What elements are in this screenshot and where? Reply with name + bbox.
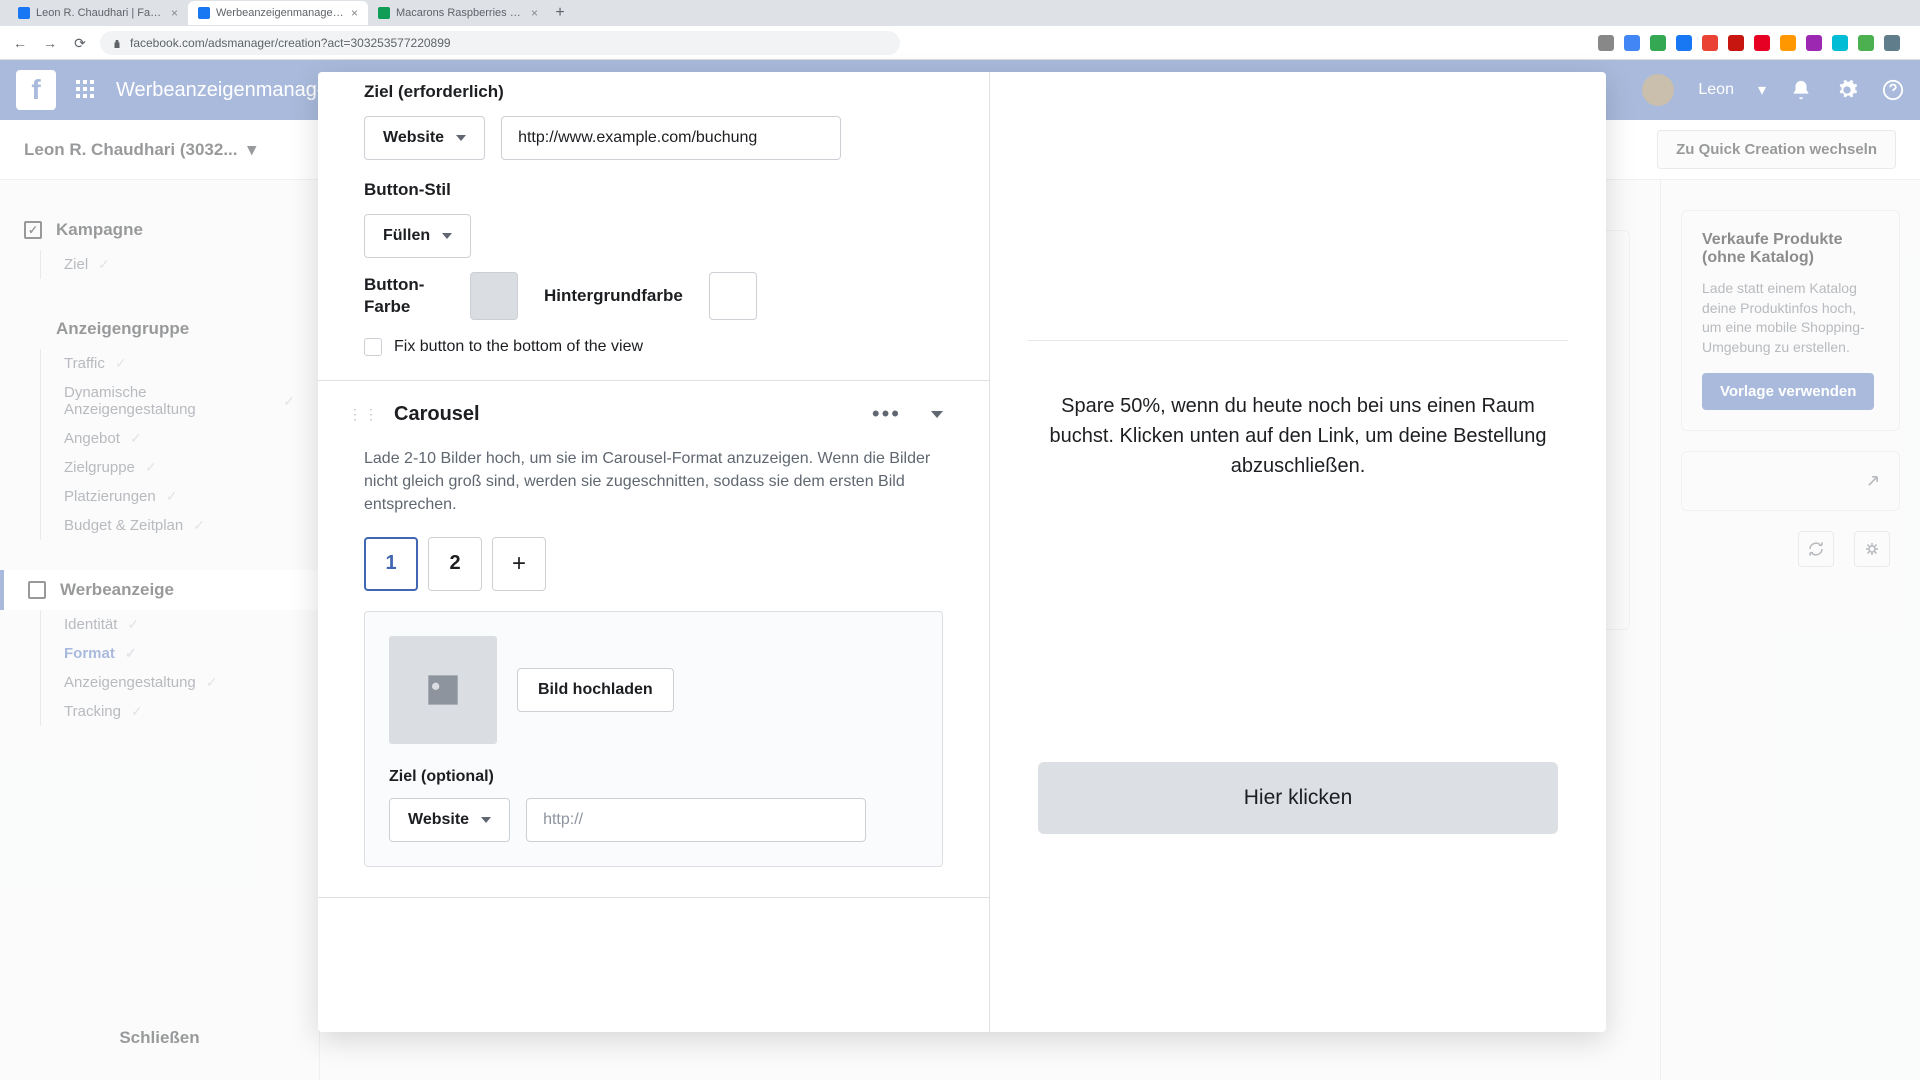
sheets-favicon — [378, 7, 390, 19]
select-value: Website — [408, 811, 469, 829]
carousel-dest-type-select[interactable]: Website — [389, 798, 510, 842]
carousel-header: ⋮⋮ Carousel ••• — [318, 381, 989, 447]
extension-icon[interactable] — [1806, 35, 1822, 51]
extension-icon[interactable] — [1884, 35, 1900, 51]
extension-icon[interactable] — [1702, 35, 1718, 51]
chevron-down-icon — [456, 135, 466, 141]
carousel-tab-1[interactable]: 1 — [364, 537, 418, 591]
new-tab-button[interactable]: + — [548, 4, 572, 22]
preview-body-text: Spare 50%, wenn du heute noch bei uns ei… — [1008, 341, 1588, 531]
facebook-favicon — [18, 7, 30, 19]
address-bar[interactable]: facebook.com/adsmanager/creation?act=303… — [100, 31, 900, 55]
bg-color-label: Hintergrundfarbe — [544, 285, 683, 307]
extension-icon[interactable] — [1780, 35, 1796, 51]
add-carousel-tab[interactable]: + — [492, 537, 546, 591]
button-style-label: Button-Stil — [364, 180, 943, 200]
lock-icon — [112, 38, 122, 48]
drag-handle-icon[interactable]: ⋮⋮ — [348, 406, 380, 423]
reload-button[interactable]: ⟳ — [70, 33, 90, 53]
close-icon[interactable]: × — [531, 6, 538, 20]
fix-button-checkbox-row[interactable]: Fix button to the bottom of the view — [318, 330, 989, 380]
select-value: Füllen — [383, 227, 430, 245]
button-color-group: Button-Farbe Hintergrundfarbe — [318, 268, 989, 330]
destination-url-input[interactable]: http://www.example.com/buchung — [501, 116, 841, 160]
carousel-dest-url-input[interactable]: http:// — [526, 798, 866, 842]
checkbox void[interactable] — [364, 338, 382, 356]
more-icon[interactable]: ••• — [856, 401, 917, 427]
extension-icon[interactable] — [1832, 35, 1848, 51]
divider — [318, 897, 989, 898]
modal-preview-panel: Spare 50%, wenn du heute noch bei uns ei… — [990, 72, 1606, 1032]
tab-title: Werbeanzeigenmanager - Cre — [216, 7, 345, 19]
carousel-tab-2[interactable]: 2 — [428, 537, 482, 591]
image-placeholder[interactable] — [389, 636, 497, 744]
chevron-down-icon — [442, 233, 452, 239]
chevron-down-icon — [481, 817, 491, 823]
extension-icon[interactable] — [1624, 35, 1640, 51]
browser-tab[interactable]: Macarons Raspberries Pastrie × — [368, 1, 548, 25]
image-upload-row: Bild hochladen — [389, 636, 918, 744]
bg-color-swatch[interactable] — [709, 272, 757, 320]
browser-chrome: Leon R. Chaudhari | Facebook × Werbeanze… — [0, 0, 1920, 60]
button-color-label: Button-Farbe — [364, 274, 444, 318]
format-modal: Ziel (erforderlich) Website http://www.e… — [318, 72, 1606, 1032]
close-icon[interactable]: × — [171, 6, 178, 20]
select-value: Website — [383, 129, 444, 147]
checkbox-label: Fix button to the bottom of the view — [394, 338, 643, 356]
forward-button[interactable]: → — [40, 33, 60, 53]
chevron-down-icon[interactable] — [931, 411, 943, 418]
extension-icons — [1598, 35, 1910, 51]
browser-tab-active[interactable]: Werbeanzeigenmanager - Cre × — [188, 1, 368, 25]
modal-form-panel: Ziel (erforderlich) Website http://www.e… — [318, 72, 990, 1032]
close-icon[interactable]: × — [351, 6, 358, 20]
extension-icon[interactable] — [1728, 35, 1744, 51]
preview-cta-button[interactable]: Hier klicken — [1038, 762, 1558, 834]
upload-image-button[interactable]: Bild hochladen — [517, 668, 674, 712]
facebook-favicon — [198, 7, 210, 19]
destination-type-select[interactable]: Website — [364, 116, 485, 160]
preview-canvas: Spare 50%, wenn du heute noch bei uns ei… — [1008, 90, 1588, 1014]
tab-strip: Leon R. Chaudhari | Facebook × Werbeanze… — [0, 0, 1920, 26]
image-icon — [421, 668, 465, 712]
extension-icon[interactable] — [1858, 35, 1874, 51]
carousel-dest-label: Ziel (optional) — [389, 768, 918, 786]
button-style-select[interactable]: Füllen — [364, 214, 471, 258]
url-text: facebook.com/adsmanager/creation?act=303… — [130, 36, 451, 50]
tab-title: Leon R. Chaudhari | Facebook — [36, 7, 165, 19]
toolbar-row: ← → ⟳ facebook.com/adsmanager/creation?a… — [0, 26, 1920, 60]
carousel-description: Lade 2-10 Bilder hoch, um sie im Carouse… — [318, 447, 989, 537]
destination-label: Ziel (erforderlich) — [364, 82, 943, 102]
carousel-panel: Bild hochladen Ziel (optional) Website h… — [364, 611, 943, 867]
tab-title: Macarons Raspberries Pastrie — [396, 7, 525, 19]
preview-spacer — [1008, 90, 1588, 340]
preview-cta-wrap: Hier klicken — [1008, 722, 1588, 874]
button-color-swatch[interactable] — [470, 272, 518, 320]
carousel-tabs: 1 2 + — [318, 537, 989, 591]
carousel-title: Carousel — [394, 403, 842, 426]
button-style-group: Button-Stil Füllen — [318, 170, 989, 268]
extension-icon[interactable] — [1650, 35, 1666, 51]
extension-icon[interactable] — [1598, 35, 1614, 51]
browser-tab[interactable]: Leon R. Chaudhari | Facebook × — [8, 1, 188, 25]
extension-icon[interactable] — [1754, 35, 1770, 51]
extension-icon[interactable] — [1676, 35, 1692, 51]
back-button[interactable]: ← — [10, 33, 30, 53]
destination-group: Ziel (erforderlich) Website http://www.e… — [318, 72, 989, 170]
